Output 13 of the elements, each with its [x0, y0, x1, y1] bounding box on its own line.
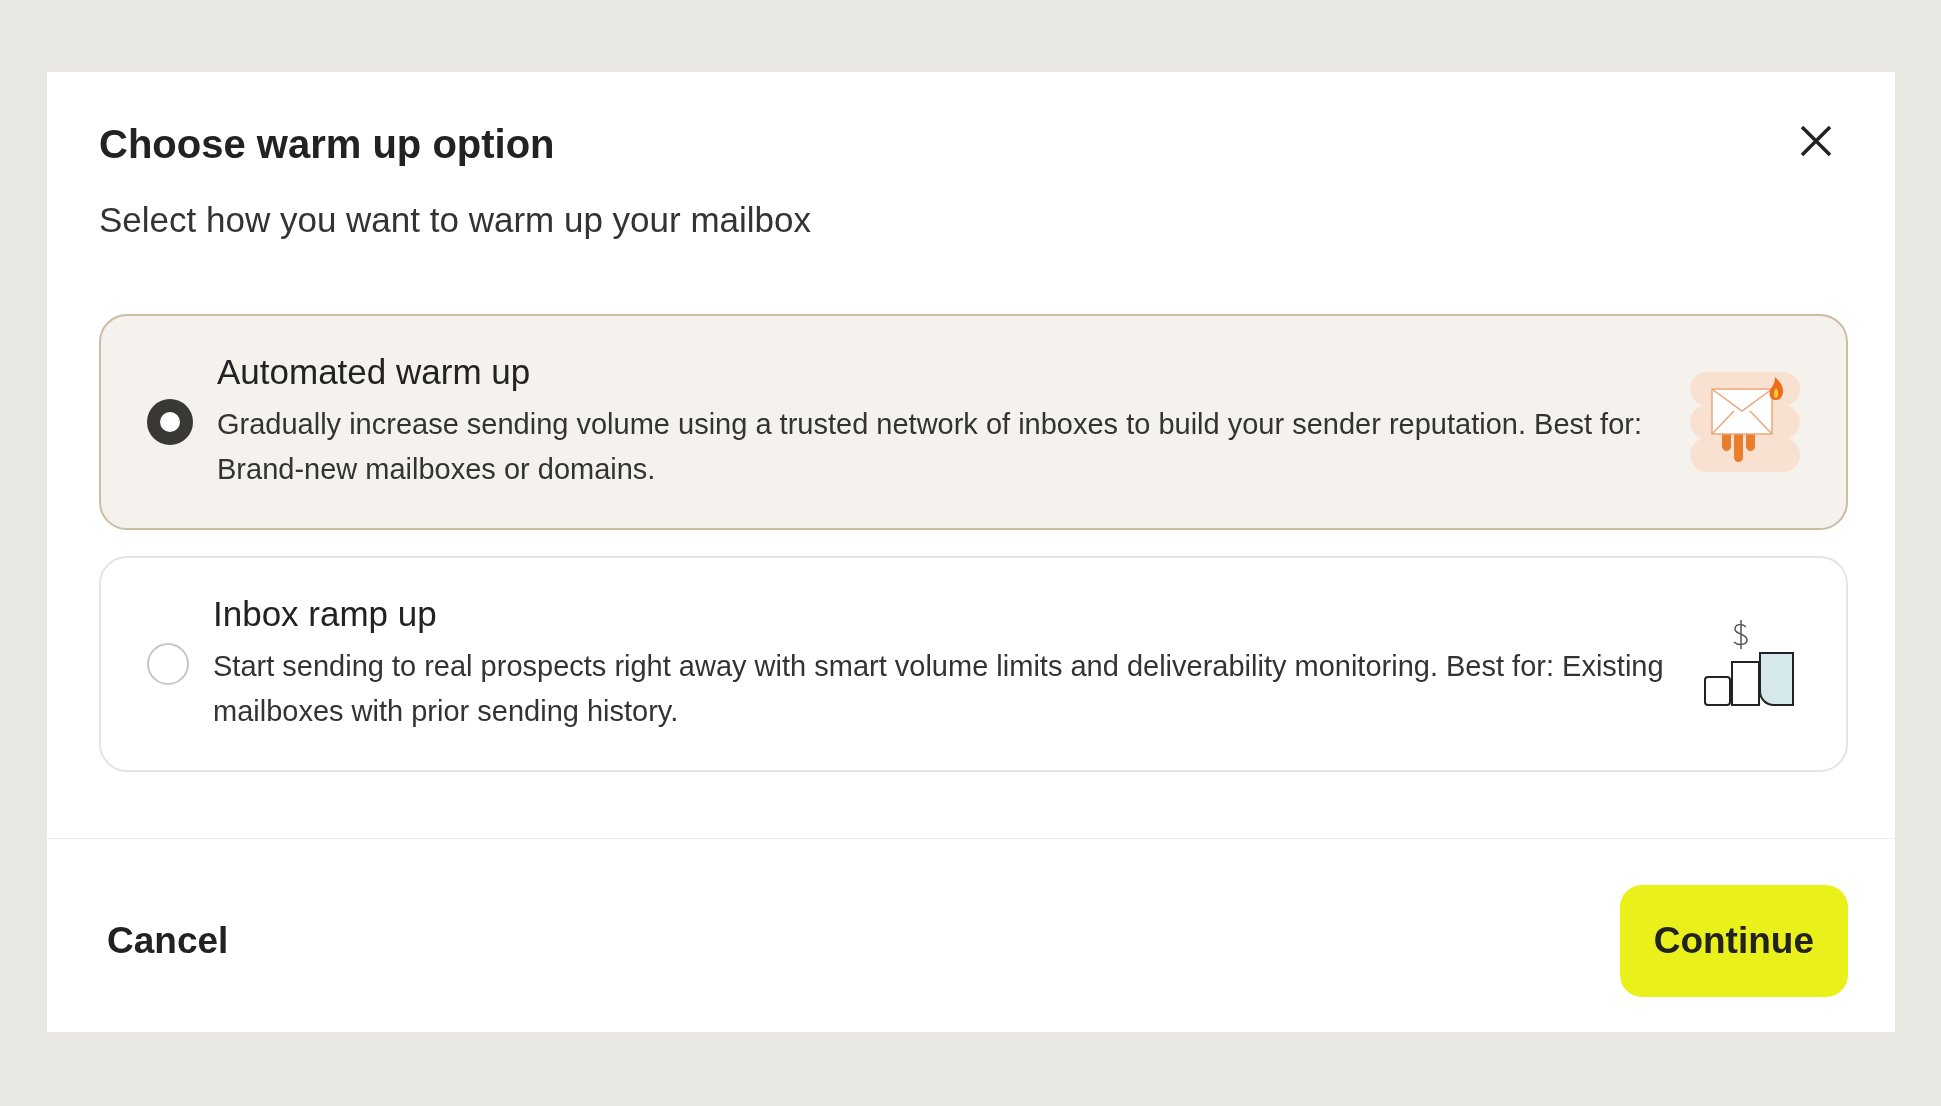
option-description: Start sending to real prospects right away with smart volume limits and deliverability monitoring. Best for: Existing mailboxes with prior sending history. [213, 649, 1665, 729]
option-title: Automated warm up [217, 352, 532, 392]
option-title: Inbox ramp up [213, 594, 438, 634]
envelope-flame-icon [1690, 372, 1800, 472]
cancel-button[interactable]: Cancel [107, 910, 229, 972]
dialog-subtitle: Select how you want to warm up your mailbox [99, 200, 812, 240]
option-card[interactable]: Inbox ramp up Start sending to real prospects right away with smart volume limits and deliverability monitoring. Best for: Existing mailboxes with prior sending history. [99, 556, 1848, 772]
option-description: Gradually increase sending volume using a trusted network of inboxes to build your sender reputation. Best for: Brand-new mailboxes or domains. [217, 407, 1644, 487]
close-icon [1799, 124, 1833, 158]
dialog-title: Choose warm up option [99, 122, 555, 167]
continue-button[interactable]: Continue [1619, 885, 1848, 997]
radio-button[interactable] [147, 399, 193, 445]
option-card[interactable]: Automated warm up Gradually increase sending volume using a trusted network of inboxes to build your sender reputation. Best for: Brand-new mailboxes or domains. [99, 314, 1848, 530]
